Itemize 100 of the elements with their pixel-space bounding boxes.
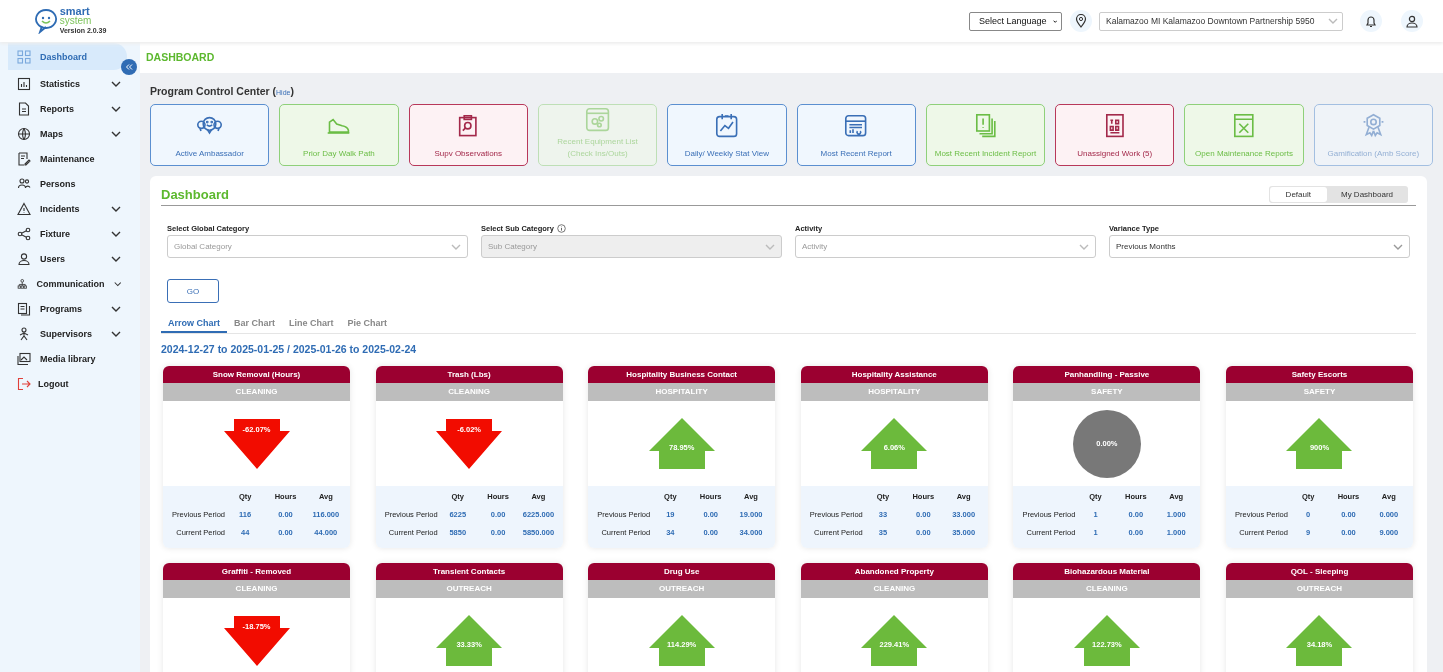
calendar-icon [844,113,868,138]
card-title: Biohazardous Material [1013,563,1201,580]
panel-title: Dashboard [161,187,229,202]
category-band: SAFETY [1225,383,1413,401]
up-arrow-icon [861,418,928,469]
chevron-down-icon [765,243,775,250]
stacked-alert-pages-icon [974,112,997,139]
card-title: Safety Escorts [1225,366,1413,383]
up-arrow-icon [861,615,928,666]
stacked-pages-icon [17,301,31,316]
clipboard-magnifier-icon [457,113,480,138]
card-title: Hospitality Business Contact [588,366,776,383]
smiley-bubble-icon [33,8,58,34]
card-title: Graffiti - Removed [163,563,350,580]
shortcut-tile[interactable]: Unassigned Work (5) [1055,104,1175,166]
open-tools-icon [1233,112,1255,139]
card-title: Abandoned Property [800,563,988,580]
sidebar-item[interactable]: Dashboard [8,43,127,70]
location-pin-icon[interactable] [1070,10,1092,32]
logout-icon [17,376,31,391]
info-icon [556,223,566,233]
category-band: CLEANING [375,383,563,401]
sidebar-item[interactable]: Programs [8,296,127,321]
up-arrow-icon [1286,418,1353,469]
sidebar-item[interactable]: Maintenance [8,146,127,171]
card-title: Panhandling - Passive [1013,366,1201,383]
toggle-option[interactable]: My Dashboard [1326,187,1407,202]
edit-document-icon [17,151,31,166]
logo-text: system [59,16,93,25]
collapse-sidebar-button[interactable] [121,59,137,75]
up-arrow-icon [1073,615,1140,666]
todo-list-icon [1104,112,1125,139]
card-title: Hospitality Assistance [800,366,988,383]
category-band: CLEANING [1013,580,1201,598]
date-range: 2024-12-27 to 2025-01-25 / 2025-01-26 to 2025-02-24 [161,343,418,357]
shortcut-tile[interactable]: Active Ambassador [150,104,270,166]
chart-tab[interactable]: Line Chart [282,316,341,333]
shortcut-tile[interactable]: Daily/ Weekly Stat View [667,104,787,166]
category-band: HOSPITALITY [800,383,988,401]
chevron-down-icon [451,243,461,250]
people-icon [17,176,31,191]
chart-tab[interactable]: Bar Chart [227,316,283,333]
card-title: Snow Removal (Hours) [163,366,350,383]
person-icon [17,326,31,341]
down-arrow-icon [436,418,503,469]
double-chevron-left-icon [125,64,133,70]
category-band: CLEANING [163,383,350,401]
down-arrow-icon [223,418,290,469]
down-arrow-icon [223,615,290,666]
category-band: HOSPITALITY [588,383,776,401]
up-arrow-icon [648,615,715,666]
warning-icon [17,201,31,216]
chart-tab[interactable]: Arrow Chart [161,316,227,333]
document-icon [17,101,31,116]
sidebar-item[interactable]: Media library [8,346,127,371]
up-arrow-icon [1286,615,1353,666]
user-icon [17,251,31,266]
share-nodes-icon [17,226,31,241]
user-icon[interactable] [1401,10,1423,32]
up-arrow-icon [648,418,715,469]
chevron-down-icon [1079,243,1089,250]
chevron-down-icon [1328,18,1338,24]
chart-tab[interactable]: Pie Chart [340,316,395,333]
up-arrow-icon [436,615,503,666]
language-select[interactable]: Select Language [969,11,1062,31]
section-title: ) [290,85,294,97]
category-band: OUTREACH [588,580,776,598]
globe-icon [17,126,31,141]
logo-text: smart [59,7,90,16]
card-title: Trash (Lbs) [375,366,563,383]
sidebar-item[interactable]: Supervisors [8,321,127,346]
section-title: Program Control Center ( [150,85,276,97]
go-button[interactable]: GO [167,279,219,303]
category-band: SAFETY [1013,383,1201,401]
sidebar-item[interactable]: Incidents [8,196,127,221]
chevron-down-icon [1393,243,1403,250]
sidebar-item[interactable]: Persons [8,171,127,196]
card-title: QOL - Sleeping [1225,563,1413,580]
org-chart-icon [17,276,28,291]
sidebar-item[interactable]: Fixture [8,221,127,246]
dropdown-field[interactable]: Previous Months [1109,235,1410,258]
sidebar-item[interactable]: Reports [8,96,127,121]
gears-screen-icon [584,106,611,133]
card-title: Drug Use [588,563,776,580]
line-chart-calendar-icon [715,112,739,139]
toggle-option[interactable]: Default [1269,187,1327,202]
chevron-down-icon [1052,18,1057,24]
sidebar-item[interactable]: Maps [8,121,127,146]
sidebar-item[interactable]: Statistics [8,71,127,96]
shortcut-tile[interactable]: Most Recent Report [796,104,916,166]
category-band: OUTREACH [1225,580,1413,598]
sidebar-item[interactable]: Users [8,246,127,271]
notification-bell-icon[interactable] [1360,10,1382,32]
neutral-circle-icon [1072,409,1141,478]
sidebar-item[interactable]: Communication [8,271,127,296]
location-select[interactable]: Kalamazoo MI Kalamazoo Downtown Partnership 5950 [1099,11,1343,31]
page-title: DASHBOARD [140,42,1443,73]
category-band: CLEANING [800,580,988,598]
shortcut-tile[interactable]: Supv Observations [408,104,528,166]
sidebar-item[interactable]: Logout [8,371,127,396]
